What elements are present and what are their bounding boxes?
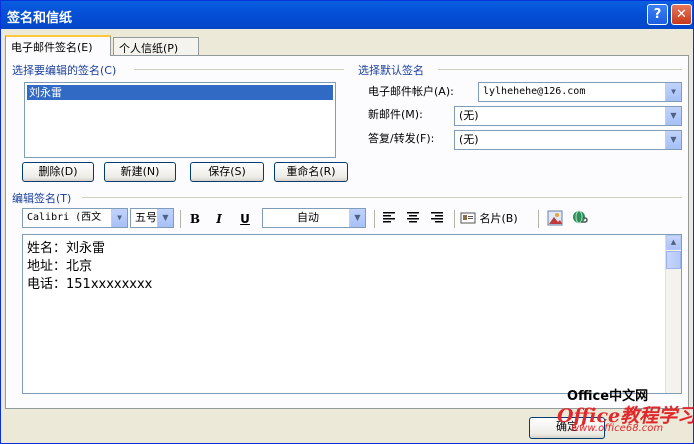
font-size-value: 五号 <box>135 211 157 224</box>
hyperlink-icon <box>573 210 588 224</box>
chevron-down-icon: ▼ <box>665 83 681 101</box>
format-toolbar: Calibri (西文 ▼ 五号 ▼ B I U 自动 ▼ 名片(B) <box>22 208 680 230</box>
tab-personal-stationery[interactable]: 个人信纸(P) <box>113 37 199 55</box>
divider <box>538 210 539 228</box>
font-value: Calibri (西文 <box>27 212 102 223</box>
list-item[interactable]: 刘永雷 <box>27 85 333 100</box>
editor-line: 姓名：刘永雷 <box>27 241 106 256</box>
divider <box>454 210 455 228</box>
rename-button[interactable]: 重命名(R) <box>274 162 348 182</box>
scroll-up-icon[interactable]: ▲ <box>666 235 681 250</box>
bold-button[interactable]: B <box>186 210 204 228</box>
chevron-down-icon: ▼ <box>349 209 365 227</box>
window-title: 签名和信纸 <box>7 11 73 26</box>
align-right-icon <box>431 212 443 223</box>
business-card-icon <box>460 212 476 224</box>
default-signature-heading: 选择默认签名 <box>358 64 424 77</box>
font-select[interactable]: Calibri (西文 ▼ <box>22 208 128 228</box>
account-select[interactable]: lylhehehe@126.com ▼ <box>478 82 682 102</box>
watermark-line3: www.office68.com <box>571 423 664 434</box>
chevron-down-icon: ▼ <box>157 209 173 227</box>
editor-line: 地址：北京 <box>27 259 93 274</box>
align-left-icon <box>383 212 395 223</box>
close-button[interactable]: ✕ <box>671 4 692 25</box>
new-messages-label: 新邮件(M): <box>368 108 423 121</box>
font-color-select[interactable]: 自动 ▼ <box>262 208 366 228</box>
divider <box>180 210 181 228</box>
align-right-button[interactable] <box>428 210 446 228</box>
editor-line: 电话：151xxxxxxxx <box>27 277 153 292</box>
account-value: lylhehehe@126.com <box>483 86 586 97</box>
reply-forward-select[interactable]: (无) ▼ <box>454 130 682 150</box>
select-signature-heading: 选择要编辑的签名(C) <box>12 64 117 77</box>
divider <box>438 69 682 70</box>
signature-list[interactable]: 刘永雷 <box>24 82 336 158</box>
reply-forward-label: 答复/转发(F): <box>368 132 435 145</box>
insert-hyperlink-button[interactable] <box>572 210 590 228</box>
new-messages-select[interactable]: (无) ▼ <box>454 106 682 126</box>
vertical-scrollbar[interactable]: ▲ <box>665 235 681 393</box>
insert-picture-button[interactable] <box>546 210 564 228</box>
reply-forward-value: (无) <box>459 133 479 146</box>
divider <box>134 69 344 70</box>
underline-button[interactable]: U <box>236 210 254 228</box>
new-button[interactable]: 新建(N) <box>104 162 176 182</box>
chevron-down-icon: ▼ <box>111 209 127 227</box>
signatures-dialog: 签名和信纸 ? ✕ 电子邮件签名(E) 个人信纸(P) 选择要编辑的签名(C) … <box>0 0 694 444</box>
title-bar: 签名和信纸 ? ✕ <box>1 1 693 29</box>
business-card-label: 名片(B) <box>479 212 518 225</box>
account-label: 电子邮件帐户(A): <box>368 85 454 98</box>
font-size-select[interactable]: 五号 ▼ <box>130 208 174 228</box>
help-button[interactable]: ? <box>647 4 668 25</box>
picture-icon <box>547 210 563 226</box>
chevron-down-icon: ▼ <box>665 131 681 149</box>
divider <box>82 197 682 198</box>
tab-panel: 选择要编辑的签名(C) 刘永雷 删除(D) 新建(N) 保存(S) 重命名(R)… <box>5 55 689 409</box>
chevron-down-icon: ▼ <box>665 107 681 125</box>
align-left-button[interactable] <box>380 210 398 228</box>
align-center-button[interactable] <box>404 210 422 228</box>
italic-button[interactable]: I <box>210 210 228 228</box>
watermark-logo: Office中文网 Office教程学习网 www.office68.com <box>557 381 693 437</box>
save-button[interactable]: 保存(S) <box>190 162 264 182</box>
new-messages-value: (无) <box>459 109 479 122</box>
align-center-icon <box>407 212 419 223</box>
delete-button[interactable]: 删除(D) <box>22 162 94 182</box>
business-card-button[interactable]: 名片(B) <box>460 210 526 228</box>
font-color-value: 自动 <box>297 211 319 224</box>
divider <box>374 210 375 228</box>
edit-signature-heading: 编辑签名(T) <box>12 192 72 205</box>
scroll-thumb[interactable] <box>666 251 681 269</box>
tab-email-signature[interactable]: 电子邮件签名(E) <box>5 35 111 56</box>
signature-editor[interactable]: 姓名：刘永雷 地址：北京 电话：151xxxxxxxx ▲ <box>22 234 682 394</box>
